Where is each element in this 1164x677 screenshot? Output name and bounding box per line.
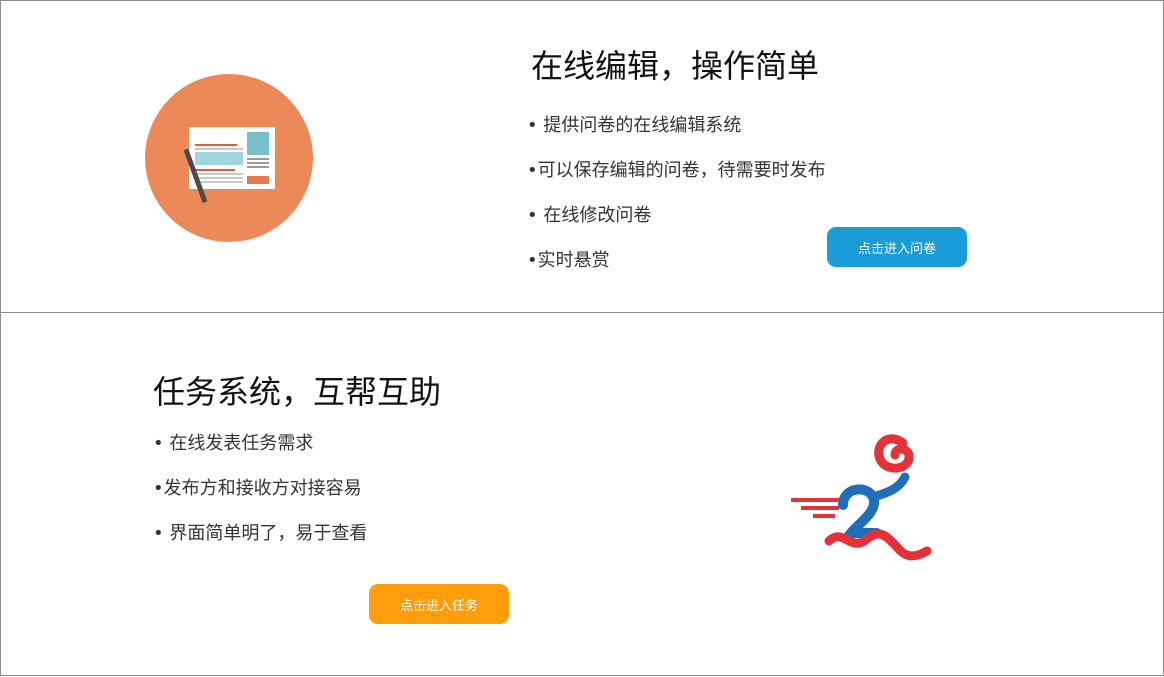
enter-tasks-button[interactable]: 点击进入任务 [369, 584, 509, 624]
paper-line [195, 148, 243, 150]
enter-questionnaire-button[interactable]: 点击进入问卷 [827, 227, 967, 267]
paper-block [247, 176, 269, 184]
editor-bullet: • 提供问卷的在线编辑系统 [527, 115, 742, 136]
paper-line [195, 177, 243, 179]
paper-line [195, 144, 237, 146]
paper-line [247, 158, 269, 160]
paper-line [195, 181, 243, 183]
editor-title: 在线编辑，操作简单 [531, 47, 820, 85]
paper-line [195, 173, 243, 175]
editor-bullet: • 在线修改问卷 [527, 205, 652, 226]
tasks-bullet: • 界面简单明了，易于查看 [153, 523, 368, 544]
paper-line [195, 169, 235, 171]
tasks-title: 任务系统，互帮互助 [153, 373, 442, 411]
speed-line [791, 498, 839, 502]
speed-line [813, 514, 835, 518]
tasks-bullet: • 在线发表任务需求 [153, 433, 314, 454]
runner-arm [868, 472, 910, 502]
runner-legs [824, 529, 932, 561]
editor-section: 在线编辑，操作简单 • 提供问卷的在线编辑系统 •可以保存编辑的问卷，待需要时发… [0, 0, 1164, 313]
editor-bullet: •实时悬赏 [527, 250, 610, 271]
tasks-section: 任务系统，互帮互助 • 在线发表任务需求 •发布方和接收方对接容易 • 界面简单… [0, 312, 1164, 676]
page: 在线编辑，操作简单 • 提供问卷的在线编辑系统 •可以保存编辑的问卷，待需要时发… [0, 0, 1164, 677]
tasks-bullet: •发布方和接收方对接容易 [153, 478, 362, 499]
running-person-icon [791, 434, 932, 561]
paper-block [195, 152, 243, 165]
runner-head [874, 434, 914, 473]
newspaper-edit-icon [145, 74, 313, 242]
paper-block [247, 132, 269, 155]
paper-line [247, 162, 269, 164]
editor-bullet: •可以保存编辑的问卷，待需要时发布 [527, 160, 826, 181]
speed-line [801, 506, 839, 510]
paper-line [247, 166, 269, 168]
